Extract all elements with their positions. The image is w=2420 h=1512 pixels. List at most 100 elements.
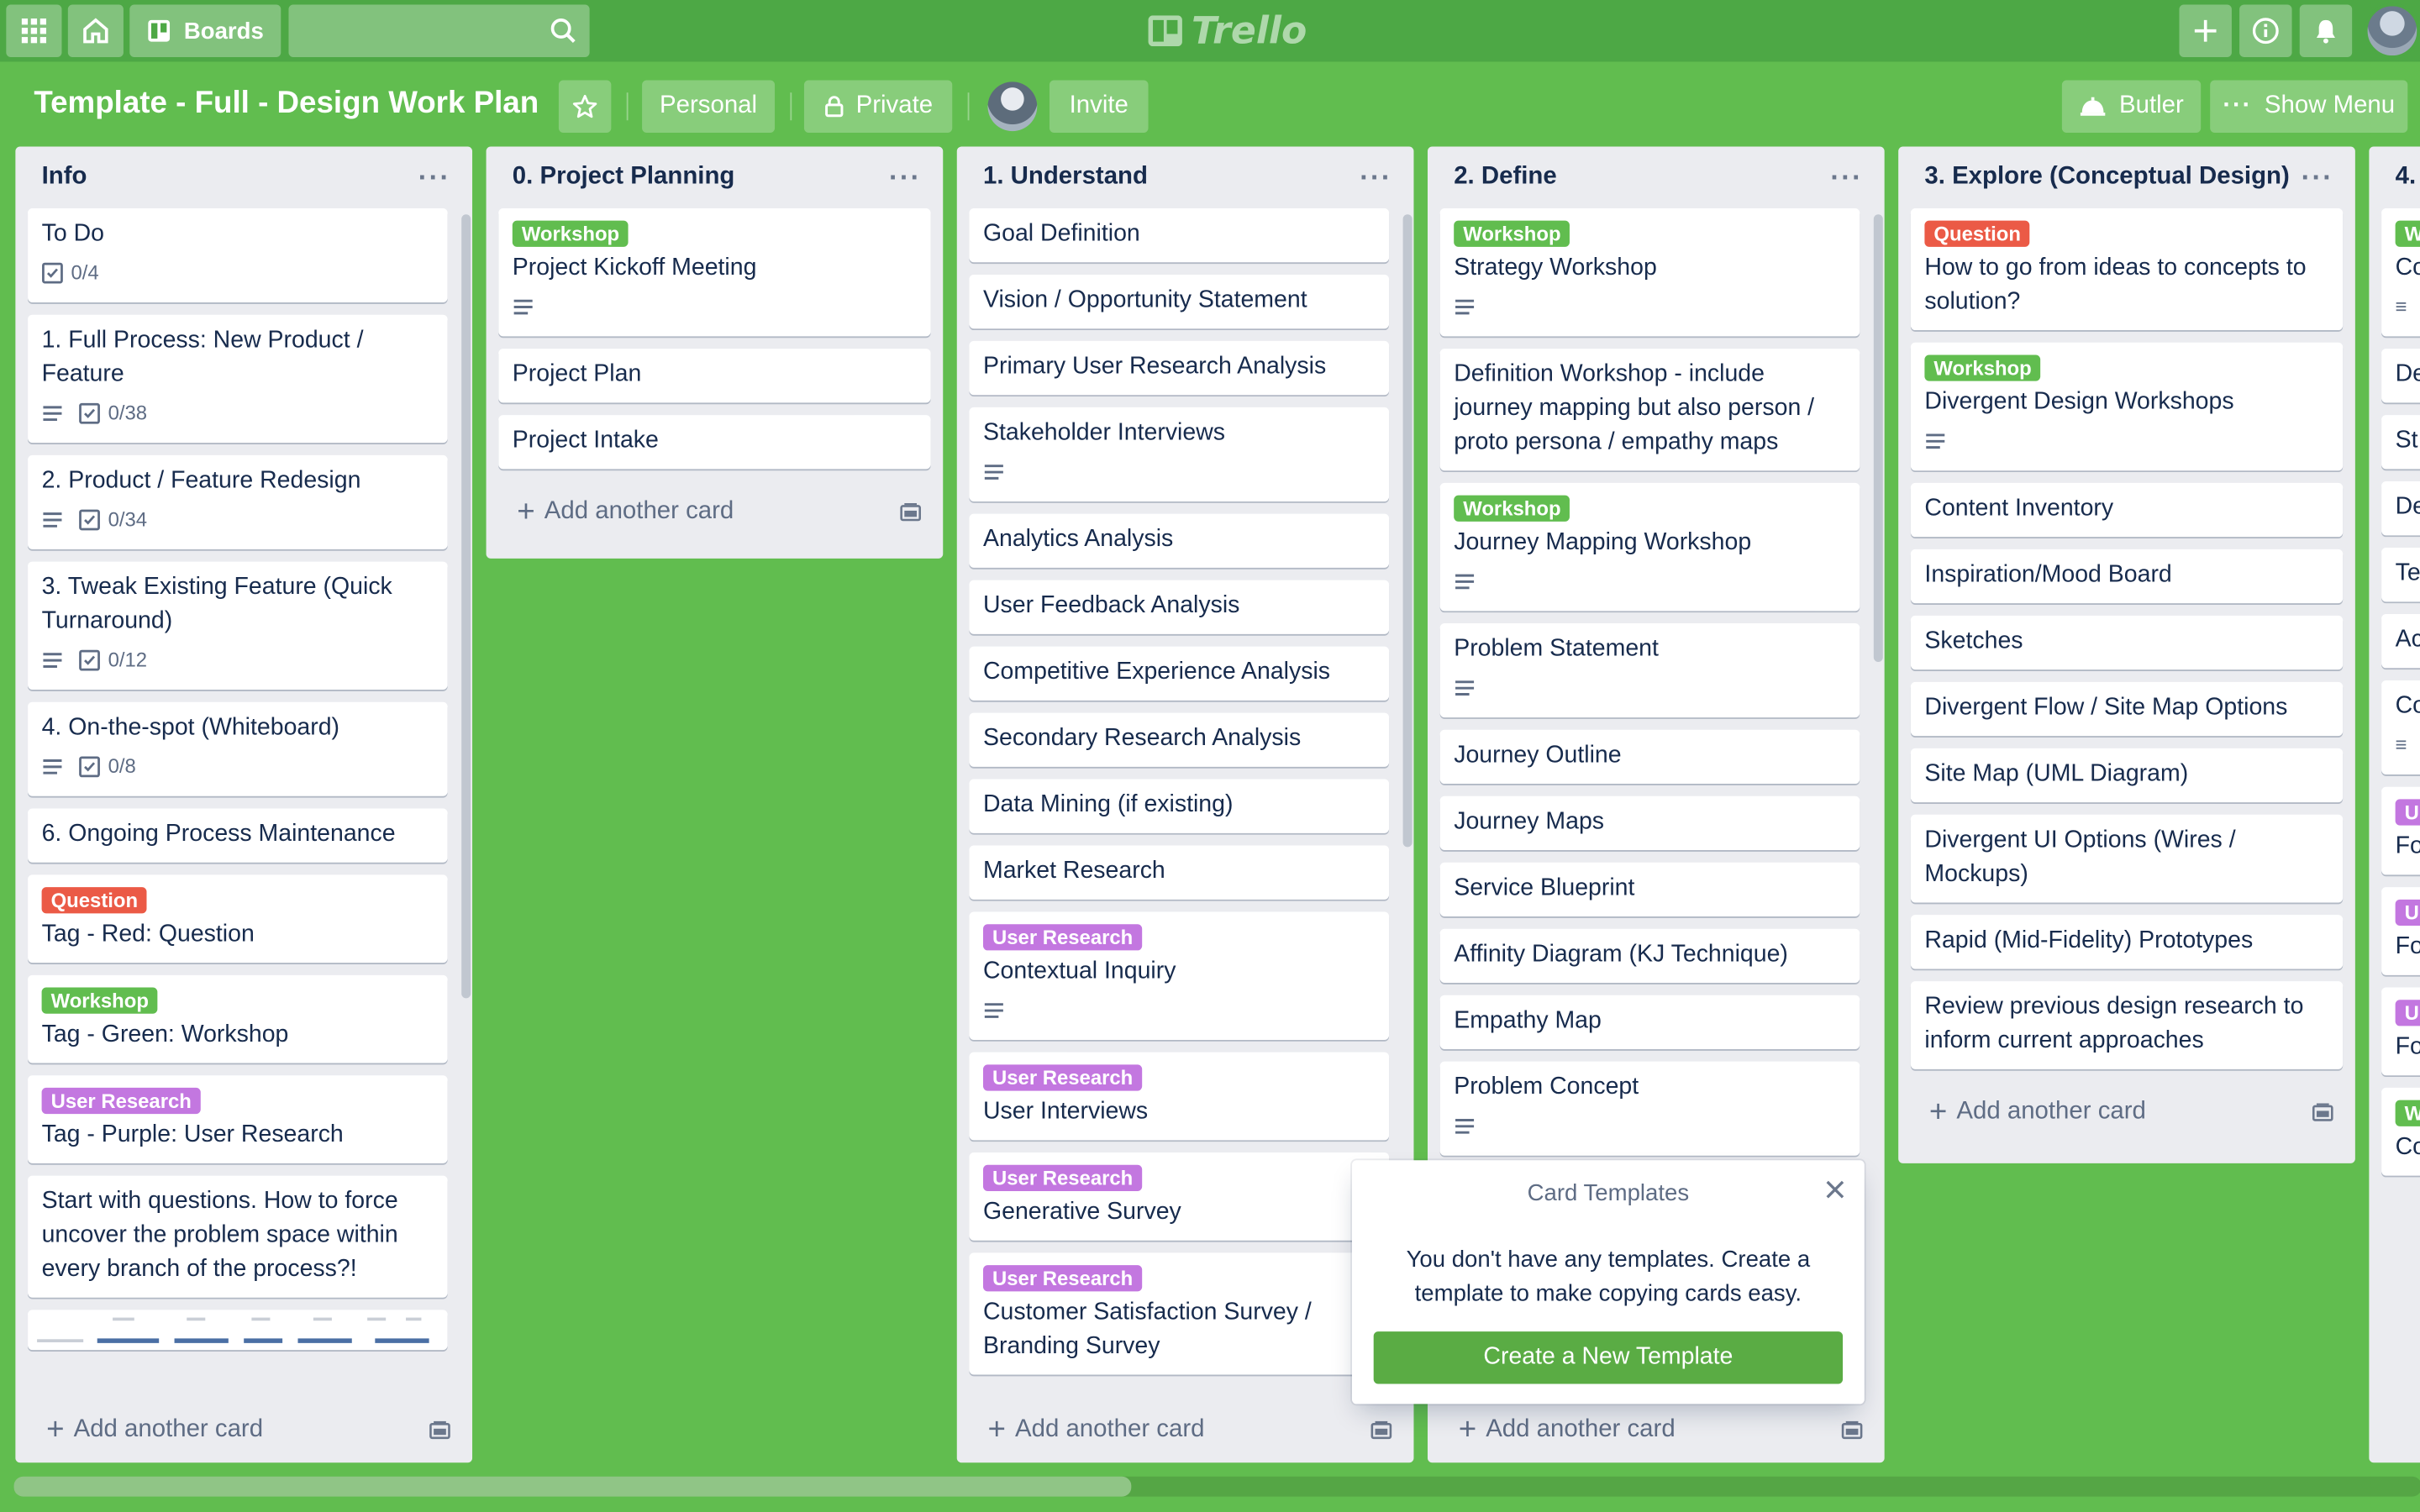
card[interactable]: Competitive Experience Analysis [969, 646, 1390, 701]
card[interactable]: De [2381, 481, 2420, 536]
card[interactable]: Ac [2381, 614, 2420, 669]
card-template-icon[interactable] [1370, 1420, 1392, 1440]
card[interactable]: Secondary Research Analysis [969, 712, 1390, 767]
card[interactable]: Inspiration/Mood Board [1910, 549, 2344, 604]
card[interactable]: 6. Ongoing Process Maintenance [28, 808, 448, 863]
card[interactable]: Content Inventory [1910, 482, 2344, 538]
card[interactable]: Divergent Flow / Site Map Options [1910, 681, 2344, 737]
list-title[interactable]: 0. Project Planning [513, 164, 735, 192]
list-header[interactable]: 1. Understand ··· [957, 146, 1414, 207]
user-avatar[interactable] [2364, 3, 2420, 59]
board-title[interactable]: Template - Full - Design Work Plan [34, 87, 539, 122]
card[interactable]: 4. On-the-spot (Whiteboard) 0/8 [28, 701, 448, 796]
card[interactable]: Workshop Tag - Green: Workshop [28, 974, 448, 1063]
card[interactable]: Stakeholder Interviews [969, 407, 1390, 501]
show-menu-button[interactable]: ··· Show Menu [2210, 80, 2408, 133]
card-template-icon[interactable] [429, 1420, 451, 1440]
list-header[interactable]: 2. Define ··· [1428, 146, 1885, 207]
card[interactable]: W Co ≡ [2381, 207, 2420, 337]
card[interactable]: Goal Definition [969, 207, 1390, 263]
list-scrollbar[interactable] [1873, 214, 1883, 662]
card[interactable]: 1. Full Process: New Product / Feature 0… [28, 314, 448, 444]
card[interactable]: Divergent UI Options (Wires / Mockups) [1910, 814, 2344, 903]
card[interactable]: Sketches [1910, 615, 2344, 670]
create-button[interactable] [2179, 4, 2232, 57]
list-title[interactable]: 3. Explore (Conceptual Design) [1924, 164, 2289, 192]
card[interactable]: Project Plan [498, 349, 931, 403]
add-card-button[interactable]: + Add another card [1428, 1399, 1885, 1461]
card[interactable]: Workshop Project Kickoff Meeting [498, 207, 931, 337]
create-template-button[interactable]: Create a New Template [1373, 1331, 1844, 1384]
card[interactable]: W Co [2381, 1087, 2420, 1176]
list-scrollbar[interactable] [461, 214, 471, 999]
list-header[interactable]: 0. Project Planning ··· [487, 146, 944, 207]
card[interactable]: User Research User Interviews [969, 1052, 1390, 1141]
butler-button[interactable]: Butler [2061, 80, 2202, 133]
card-template-icon[interactable] [2312, 1103, 2333, 1121]
card[interactable]: Analytics Analysis [969, 513, 1390, 568]
close-icon[interactable] [1824, 1179, 1846, 1200]
list-title[interactable]: Info [42, 164, 87, 192]
board-member-avatar[interactable] [987, 81, 1038, 132]
card[interactable]: To Do 0/4 [28, 207, 448, 303]
boards-button[interactable]: Boards [129, 4, 281, 57]
card[interactable]: Workshop Journey Mapping Workshop [1439, 482, 1860, 612]
card[interactable]: Project Intake [498, 415, 931, 470]
card[interactable]: 3. Tweak Existing Feature (Quick Turnaro… [28, 561, 448, 690]
card[interactable]: St [2381, 415, 2420, 470]
add-card-button[interactable]: + Add another card [1898, 1082, 2355, 1143]
card[interactable]: Rapid (Mid-Fidelity) Prototypes [1910, 915, 2344, 969]
add-card-button[interactable]: + Add another card [957, 1399, 1414, 1461]
search-icon[interactable] [550, 17, 577, 45]
card-template-icon[interactable] [900, 502, 922, 522]
card[interactable]: Question How to go from ideas to concepts… [1910, 207, 2344, 331]
card[interactable]: Review previous design research to infor… [1910, 981, 2344, 1069]
card-template-icon[interactable] [1841, 1420, 1863, 1440]
search-input[interactable] [288, 4, 590, 57]
list-menu-icon[interactable]: ··· [1830, 161, 1863, 194]
star-button[interactable] [558, 80, 612, 133]
list-title[interactable]: 1. Understand [983, 164, 1148, 192]
card[interactable]: User Research Customer Satisfaction Surve… [969, 1252, 1390, 1375]
card[interactable]: Te [2381, 548, 2420, 602]
list-menu-icon[interactable]: ··· [1360, 161, 1392, 194]
card[interactable]: Problem Concept [1439, 1061, 1860, 1156]
card[interactable]: Start with questions. How to force uncov… [28, 1175, 448, 1298]
list-title[interactable]: 4. [2396, 164, 2417, 192]
scrollbar-thumb[interactable] [13, 1476, 1132, 1497]
card[interactable]: Journey Maps [1439, 795, 1860, 851]
home-button[interactable] [67, 4, 124, 57]
card[interactable]: Journey Outline [1439, 729, 1860, 785]
list-scrollbar[interactable] [1402, 214, 1413, 848]
list-menu-icon[interactable]: ··· [2302, 161, 2334, 194]
card[interactable]: Vision / Opportunity Statement [969, 274, 1390, 329]
card[interactable]: U Fo (In [2381, 987, 2420, 1076]
notifications-button[interactable] [2299, 4, 2353, 57]
card[interactable]: Site Map (UML Diagram) [1910, 748, 2344, 803]
card[interactable]: Workshop Divergent Design Workshops [1910, 342, 2344, 471]
list-menu-icon[interactable]: ··· [889, 161, 922, 194]
board-horizontal-scrollbar[interactable] [13, 1476, 2420, 1497]
card[interactable]: Data Mining (if existing) [969, 779, 1390, 833]
list-title[interactable]: 2. Define [1454, 164, 1556, 192]
info-button[interactable] [2239, 4, 2292, 57]
card[interactable]: U Fo (M [2381, 786, 2420, 875]
invite-button[interactable]: Invite [1049, 80, 1149, 133]
trello-logo[interactable]: Trello [1148, 9, 1307, 52]
card[interactable]: User Research Tag - Purple: User Research [28, 1075, 448, 1163]
card[interactable]: Question Tag - Red: Question [28, 874, 448, 963]
card-cover-image[interactable] [28, 1310, 448, 1351]
team-visibility-button[interactable]: Personal [642, 80, 776, 133]
card[interactable]: U Fo Te [2381, 887, 2420, 975]
card[interactable]: Definition Workshop - include journey ma… [1439, 349, 1860, 471]
list-header[interactable]: Info ··· [15, 146, 472, 207]
card[interactable]: Co ≡ [2381, 680, 2420, 775]
card[interactable]: Primary User Research Analysis [969, 340, 1390, 396]
privacy-button[interactable]: Private [803, 80, 953, 133]
card[interactable]: Workshop Strategy Workshop [1439, 207, 1860, 337]
card[interactable]: User Research Contextual Inquiry [969, 911, 1390, 1040]
card[interactable]: User Feedback Analysis [969, 580, 1390, 634]
add-card-button[interactable]: + Add another card [15, 1399, 472, 1461]
card[interactable]: De [2381, 349, 2420, 403]
list-menu-icon[interactable]: ··· [418, 161, 451, 194]
